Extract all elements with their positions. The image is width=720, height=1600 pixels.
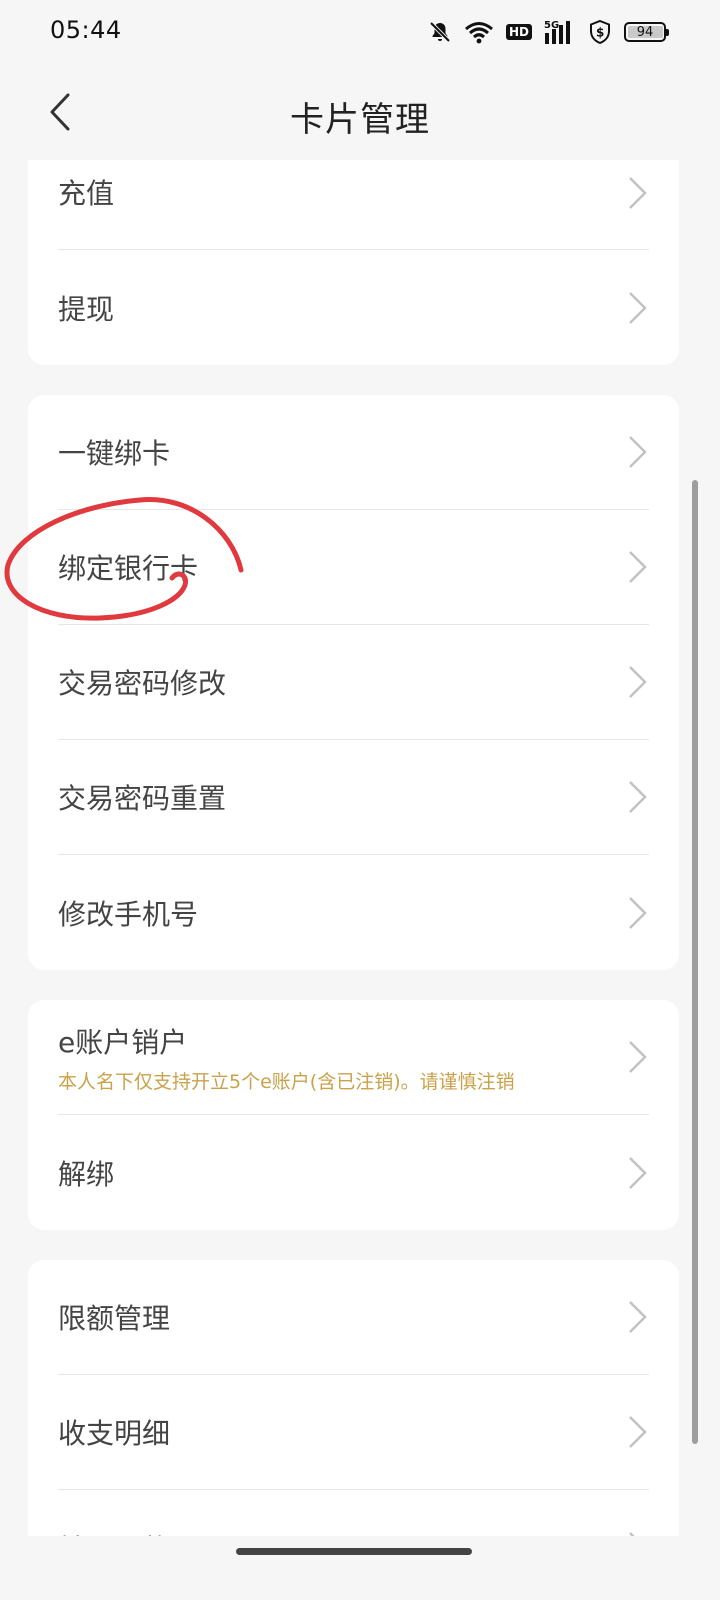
row-recharge[interactable]: 充值 — [58, 160, 649, 250]
row-warning-text: 本人名下仅支持开立5个e账户(含已注销)。请谨慎注销 — [58, 1070, 515, 1093]
svg-text:5G: 5G — [544, 20, 559, 31]
row-label: 充值 — [58, 176, 115, 210]
svg-text:$: $ — [596, 26, 604, 40]
row-label: 修改手机号 — [58, 897, 199, 931]
row-limit-management[interactable]: 限额管理 — [58, 1260, 649, 1375]
row-label: 提现 — [58, 292, 115, 326]
status-bar: 05:44 HD 5G $ 94 — [0, 0, 720, 64]
row-label: 交易密码修改 — [58, 667, 227, 700]
row-label: 一键绑卡 — [58, 437, 171, 470]
row-withdraw[interactable]: 提现 — [58, 250, 649, 365]
battery-icon: 94 — [624, 22, 669, 42]
row-transfer[interactable]: 转账汇款 — [58, 1490, 649, 1536]
row-change-phone[interactable]: 修改手机号 — [58, 855, 649, 970]
row-reset-trade-password[interactable]: 交易密码重置 — [58, 740, 649, 855]
card-limits: 限额管理 收支明细 转账汇款 — [28, 1260, 679, 1536]
row-label: 绑定银行卡 — [58, 552, 199, 585]
chevron-right-icon — [629, 1301, 647, 1333]
row-income-expense-details[interactable]: 收支明细 — [58, 1375, 649, 1490]
signal-5g-icon: 5G — [544, 20, 570, 44]
chevron-right-icon — [629, 1041, 647, 1073]
card-funds: 充值 提现 — [28, 160, 679, 365]
row-unbind[interactable]: 解绑 — [58, 1115, 649, 1230]
chevron-right-icon — [629, 1416, 647, 1448]
chevron-right-icon — [629, 176, 647, 209]
chevron-right-icon — [629, 1156, 647, 1189]
chevron-right-icon — [629, 551, 647, 583]
scrollbar[interactable] — [692, 480, 698, 1444]
row-close-e-account[interactable]: e账户销户 本人名下仅支持开立5个e账户(含已注销)。请谨慎注销 — [58, 1000, 649, 1115]
card-bank: 一键绑卡 绑定银行卡 交易密码修改 交易密码重置 修改手机号 — [28, 395, 679, 970]
chevron-right-icon — [629, 291, 647, 324]
home-indicator[interactable] — [236, 1548, 472, 1555]
chevron-right-icon — [629, 896, 647, 929]
row-label: 转账汇款 — [58, 1528, 649, 1537]
row-bind-bank-card[interactable]: 绑定银行卡 — [58, 510, 649, 625]
card-account: e账户销户 本人名下仅支持开立5个e账户(含已注销)。请谨慎注销 解绑 — [28, 1000, 679, 1230]
row-label: 限额管理 — [58, 1302, 171, 1335]
chevron-right-icon — [629, 781, 647, 813]
header: 卡片管理 — [0, 64, 720, 160]
chevron-right-icon — [629, 436, 647, 468]
status-icons: HD 5G $ 94 — [428, 18, 669, 46]
chevron-right-icon — [629, 1531, 636, 1536]
wifi-icon — [465, 22, 493, 44]
row-label: 收支明细 — [58, 1417, 171, 1450]
row-label: 交易密码重置 — [58, 782, 227, 815]
row-change-trade-password[interactable]: 交易密码修改 — [58, 625, 649, 740]
chevron-right-icon — [629, 666, 647, 698]
bell-muted-icon — [429, 21, 451, 43]
status-time: 05:44 — [50, 16, 122, 44]
page-title: 卡片管理 — [290, 100, 430, 140]
hd-icon: HD — [505, 24, 532, 40]
row-label: 解绑 — [58, 1157, 115, 1191]
row-one-click-bind[interactable]: 一键绑卡 — [58, 395, 649, 510]
shield-dollar-icon: $ — [590, 19, 610, 45]
battery-level: 94 — [636, 24, 654, 40]
settings-list[interactable]: 充值 提现 一键绑卡 绑定银行卡 交易密码修改 交易密码重置 修改手机号 e账户… — [28, 160, 679, 1536]
row-label: e账户销户 — [58, 1025, 188, 1059]
